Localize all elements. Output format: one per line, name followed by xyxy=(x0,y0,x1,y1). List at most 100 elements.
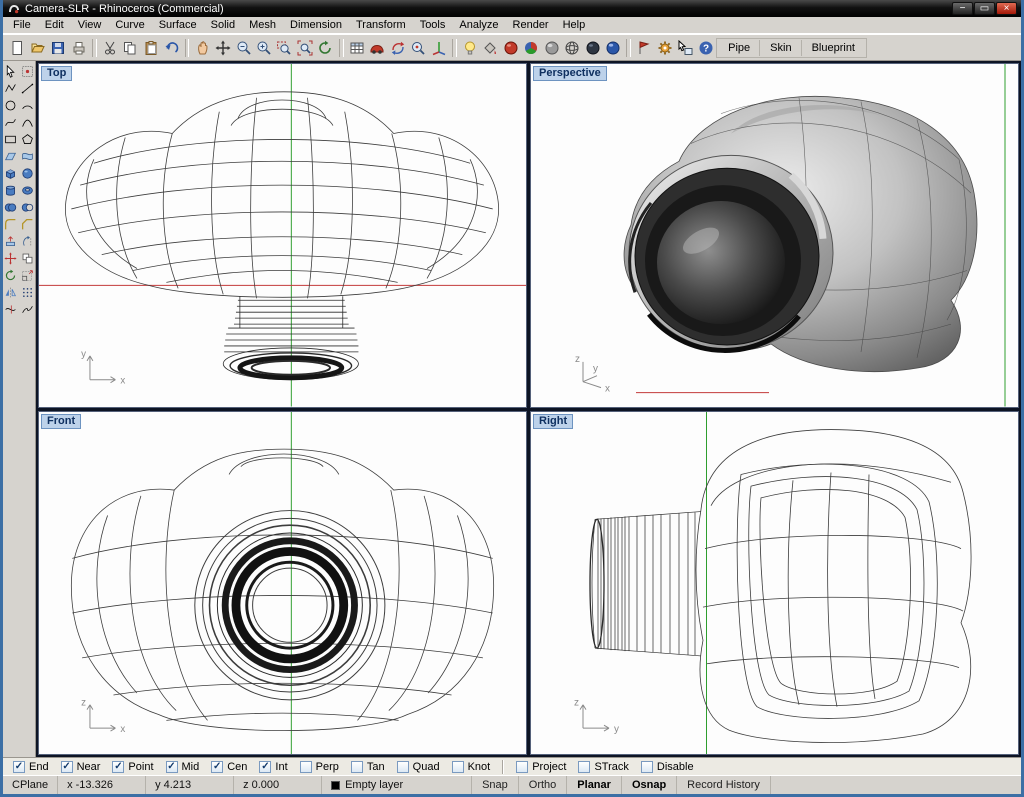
copy-object-icon[interactable] xyxy=(20,251,35,266)
boolean-union-icon[interactable] xyxy=(3,200,18,215)
osnap-knot[interactable]: Knot xyxy=(452,761,491,773)
menu-edit[interactable]: Edit xyxy=(38,18,71,32)
open-folder-icon[interactable] xyxy=(27,37,47,58)
viewport-perspective-label[interactable]: Perspective xyxy=(533,66,607,81)
osnap-point[interactable]: Point xyxy=(112,761,153,773)
sphere-icon[interactable] xyxy=(20,166,35,181)
curve-icon[interactable] xyxy=(3,115,18,130)
planar-toggle[interactable]: Planar xyxy=(567,776,622,794)
osnap-point-checkbox[interactable] xyxy=(112,761,124,773)
viewport-perspective[interactable]: Perspective xyxy=(530,63,1019,408)
viewport-top-label[interactable]: Top xyxy=(41,66,72,81)
osnap-knot-checkbox[interactable] xyxy=(452,761,464,773)
osnap-strack-checkbox[interactable] xyxy=(578,761,590,773)
chamfer-icon[interactable] xyxy=(20,217,35,232)
osnap-cen-checkbox[interactable] xyxy=(211,761,223,773)
osnap-cen[interactable]: Cen xyxy=(211,761,247,773)
menu-analyze[interactable]: Analyze xyxy=(452,18,505,32)
osnap-disable[interactable]: Disable xyxy=(641,761,694,773)
osnap-project-checkbox[interactable] xyxy=(516,761,528,773)
red-sphere-icon[interactable] xyxy=(501,37,521,58)
zoom-in-magnifier-icon[interactable] xyxy=(254,37,274,58)
loft-surface-icon[interactable] xyxy=(20,149,35,164)
conic-icon[interactable] xyxy=(20,115,35,130)
osnap-perp[interactable]: Perp xyxy=(300,761,339,773)
target-magnifier-icon[interactable] xyxy=(408,37,428,58)
cursor-box-icon[interactable] xyxy=(675,37,695,58)
osnap-perp-checkbox[interactable] xyxy=(300,761,312,773)
flag-icon[interactable] xyxy=(634,37,654,58)
polyline-icon[interactable] xyxy=(3,81,18,96)
menu-render[interactable]: Render xyxy=(506,18,556,32)
blue-sphere-icon[interactable] xyxy=(603,37,623,58)
new-file-icon[interactable] xyxy=(7,37,27,58)
front-viewport-canvas[interactable]: z x xyxy=(39,412,526,755)
polygon-icon[interactable] xyxy=(20,132,35,147)
toolbar-tab-skin[interactable]: Skin xyxy=(761,40,801,56)
osnap-mid[interactable]: Mid xyxy=(166,761,200,773)
trim-icon[interactable] xyxy=(3,302,18,317)
undo-arrow-icon[interactable] xyxy=(161,37,181,58)
toolbar-tab-blueprint[interactable]: Blueprint xyxy=(803,40,864,56)
osnap-tan[interactable]: Tan xyxy=(351,761,385,773)
cplane-button[interactable]: CPlane xyxy=(3,776,58,794)
surface-plane-icon[interactable] xyxy=(3,149,18,164)
grid-table-icon[interactable] xyxy=(347,37,367,58)
zoom-window-magnifier-icon[interactable] xyxy=(274,37,294,58)
cut-scissors-icon[interactable] xyxy=(100,37,120,58)
toolbar-tab-pipe[interactable]: Pipe xyxy=(719,40,760,56)
gear-icon[interactable] xyxy=(655,37,675,58)
boolean-difference-icon[interactable] xyxy=(20,200,35,215)
dark-sphere-icon[interactable] xyxy=(582,37,602,58)
rainbow-sphere-icon[interactable] xyxy=(521,37,541,58)
osnap-strack[interactable]: STrack xyxy=(578,761,628,773)
print-icon[interactable] xyxy=(68,37,88,58)
help-icon[interactable]: ? xyxy=(696,37,716,58)
revolve-icon[interactable] xyxy=(20,234,35,249)
viewport-right[interactable]: Right xyxy=(530,411,1019,756)
osnap-int[interactable]: Int xyxy=(259,761,287,773)
minimize-button[interactable]: − xyxy=(952,2,973,15)
osnap-quad[interactable]: Quad xyxy=(397,761,440,773)
wireframe-globe-icon[interactable] xyxy=(562,37,582,58)
extrude-icon[interactable] xyxy=(3,234,18,249)
osnap-end[interactable]: End xyxy=(13,761,49,773)
osnap-end-checkbox[interactable] xyxy=(13,761,25,773)
osnap-int-checkbox[interactable] xyxy=(259,761,271,773)
record-history-toggle[interactable]: Record History xyxy=(677,776,771,794)
pan-hand-icon[interactable] xyxy=(192,37,212,58)
osnap-mid-checkbox[interactable] xyxy=(166,761,178,773)
osnap-tan-checkbox[interactable] xyxy=(351,761,363,773)
paste-clipboard-icon[interactable] xyxy=(141,37,161,58)
transform-handle-icon[interactable] xyxy=(20,64,35,79)
paint-bucket-icon[interactable] xyxy=(480,37,500,58)
menu-surface[interactable]: Surface xyxy=(152,18,204,32)
osnap-quad-checkbox[interactable] xyxy=(397,761,409,773)
perspective-viewport-canvas[interactable]: z y x xyxy=(531,64,1018,407)
top-viewport-canvas[interactable]: y x xyxy=(39,64,526,407)
array-icon[interactable] xyxy=(20,285,35,300)
viewport-right-label[interactable]: Right xyxy=(533,414,573,429)
rotate-icon[interactable] xyxy=(3,268,18,283)
right-viewport-canvas[interactable]: z y xyxy=(531,412,1018,755)
box-icon[interactable] xyxy=(3,166,18,181)
curved-arrows-icon[interactable] xyxy=(387,37,407,58)
move-arrows-icon[interactable] xyxy=(213,37,233,58)
menu-solid[interactable]: Solid xyxy=(204,18,242,32)
osnap-disable-checkbox[interactable] xyxy=(641,761,653,773)
viewport-front[interactable]: Front xyxy=(38,411,527,756)
rotate-arrow-icon[interactable] xyxy=(315,37,335,58)
close-button[interactable]: × xyxy=(996,2,1017,15)
menu-dimension[interactable]: Dimension xyxy=(283,18,349,32)
menu-view[interactable]: View xyxy=(71,18,109,32)
osnap-near-checkbox[interactable] xyxy=(61,761,73,773)
line-icon[interactable] xyxy=(20,81,35,96)
osnap-near[interactable]: Near xyxy=(61,761,101,773)
shaded-sphere-icon[interactable] xyxy=(542,37,562,58)
osnap-toggle[interactable]: Osnap xyxy=(622,776,677,794)
menu-curve[interactable]: Curve xyxy=(108,18,151,32)
lightbulb-icon[interactable] xyxy=(460,37,480,58)
menu-file[interactable]: File xyxy=(6,18,38,32)
pointer-icon[interactable] xyxy=(3,64,18,79)
fillet-icon[interactable] xyxy=(3,217,18,232)
